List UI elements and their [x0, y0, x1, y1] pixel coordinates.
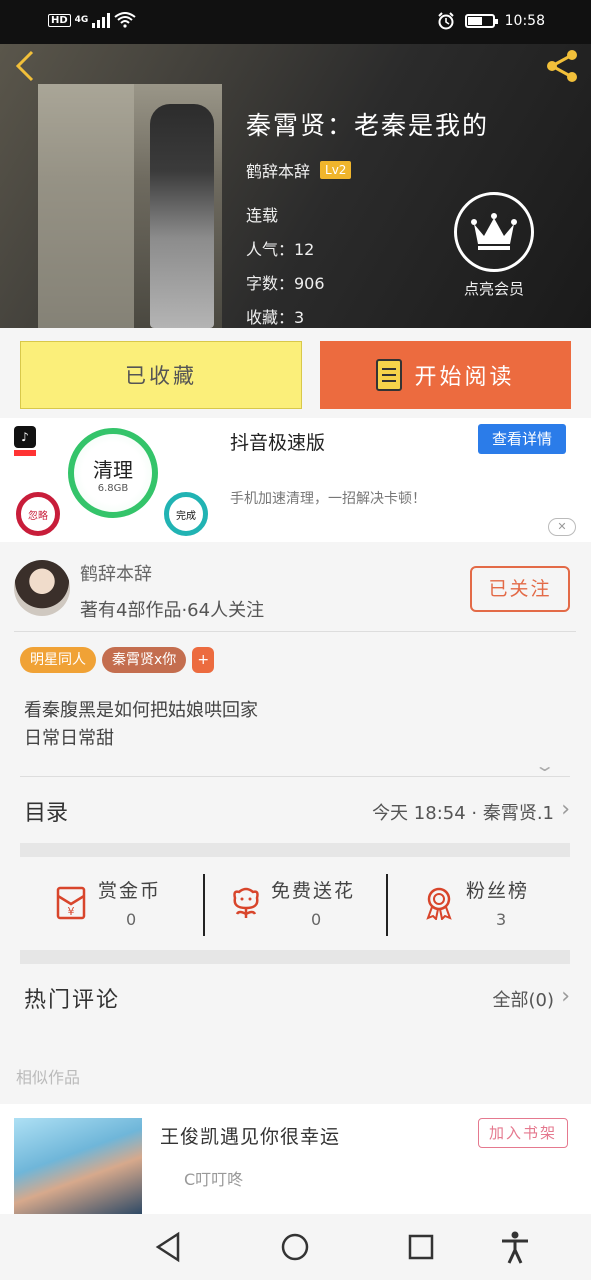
nav-recents-icon[interactable] — [404, 1230, 438, 1264]
section-separator — [20, 950, 570, 964]
book-popularity: 人气：12 — [246, 240, 315, 259]
hd-indicator: HD — [48, 13, 71, 27]
book-favorites: 收藏：3 — [246, 308, 305, 327]
nav-home-icon[interactable] — [278, 1230, 312, 1264]
tag-item[interactable]: 秦霄贤x你 — [102, 647, 187, 673]
clean-circle: 清理 6.8GB — [68, 428, 158, 518]
follow-button[interactable]: 已关注 — [470, 566, 570, 612]
network-type: 4G — [74, 15, 89, 25]
stat-name: 粉丝榜 — [466, 880, 530, 902]
book-description-line: 日常日常甜 — [24, 728, 114, 749]
collected-label: 已收藏 — [125, 364, 197, 388]
book-title: 秦霄贤：老秦是我的 — [246, 111, 490, 140]
ignore-circle: 忽略 — [16, 492, 60, 536]
stat-value: 0 — [311, 910, 322, 929]
author-section[interactable]: 鹤辞本辞 著有4部作品·64人关注 已关注 — [0, 550, 591, 632]
comments-label: 热门评论 — [24, 988, 121, 1013]
nav-back-icon[interactable] — [152, 1230, 186, 1264]
book-header: 秦霄贤：老秦是我的 鹤辞本辞 Lv2 连载 人气：12 字数：906 收藏：3 … — [0, 44, 591, 328]
battery-icon — [464, 14, 498, 28]
status-bar: HD 4G 10:58 — [0, 0, 591, 44]
system-nav-bar — [0, 1214, 591, 1280]
comments-row[interactable]: 热门评论 全部(0) › — [20, 964, 570, 1030]
author-name[interactable]: 鹤辞本辞 — [80, 560, 152, 586]
svg-text:¥: ¥ — [68, 905, 75, 918]
add-to-shelf-button[interactable]: 加入书架 — [478, 1118, 568, 1148]
all-comments-link[interactable]: 全部(0) — [493, 986, 555, 1012]
divider — [14, 631, 576, 632]
catalog-row[interactable]: 目录 今天 18:54 · 秦霄贤.1 › — [20, 776, 570, 842]
stat-value: 3 — [496, 910, 507, 929]
ad-details-button[interactable]: 查看详情 — [478, 424, 566, 454]
latest-chapter: 今天 18:54 · 秦霄贤.1 — [372, 803, 554, 824]
chevron-right-icon: › — [561, 984, 570, 1009]
start-reading-label: 开始阅读 — [414, 365, 515, 390]
ad-close-icon[interactable]: ✕ — [548, 518, 576, 536]
similar-book-title[interactable]: 王俊凯遇见你很幸运 — [160, 1122, 340, 1149]
crown-icon — [471, 213, 517, 250]
alarm-icon — [437, 12, 454, 30]
stat-name: 赏金币 — [98, 880, 162, 902]
similar-book-cover[interactable] — [14, 1118, 142, 1214]
level-badge: Lv2 — [320, 161, 352, 179]
book-words: 字数：906 — [246, 274, 325, 293]
vip-label: 点亮会员 — [463, 280, 524, 298]
share-icon[interactable] — [544, 48, 580, 84]
similar-book-item[interactable]: 王俊凯遇见你很幸运 C叮叮咚 加入书架 — [0, 1104, 591, 1214]
stat-value: 0 — [126, 910, 137, 929]
wifi-icon — [114, 12, 136, 28]
book-description-line: 看秦腹黑是如何把姑娘哄回家 — [24, 700, 258, 721]
vip-button[interactable]: 点亮会员 — [454, 192, 534, 299]
tag-item[interactable]: 明星同人 — [20, 647, 96, 673]
tiktok-logo-icon: ♪ — [14, 426, 36, 448]
book-status: 连载 — [246, 206, 279, 225]
done-circle: 完成 — [164, 492, 208, 536]
section-separator — [20, 843, 570, 857]
clean-label: 清理 — [93, 458, 133, 482]
expand-icon[interactable]: ⌄ — [534, 756, 555, 775]
author-stats: 著有4部作品·64人关注 — [80, 600, 265, 621]
ad-banner[interactable]: ♪ 清理 6.8GB 忽略 完成 抖音极速版 查看详情 手机加速清理，一招解决卡… — [0, 418, 591, 542]
add-tag-button[interactable]: + — [192, 647, 215, 673]
ad-title: 抖音极速版 — [230, 432, 326, 454]
fan-ranking-button[interactable]: 粉丝榜 3 — [388, 858, 571, 950]
medal-icon — [426, 887, 452, 920]
collected-button[interactable]: 已收藏 — [20, 341, 302, 409]
flower-icon — [233, 887, 259, 918]
book-icon — [376, 359, 403, 391]
clean-size: 6.8GB — [97, 483, 129, 494]
start-reading-button[interactable]: 开始阅读 — [320, 341, 571, 409]
book-cover — [38, 84, 222, 328]
similar-works-title: 相似作品 — [16, 1068, 81, 1087]
chevron-right-icon: › — [561, 797, 570, 822]
red-envelope-icon: ¥ — [56, 886, 86, 920]
reward-coin-button[interactable]: ¥ 赏金币 0 — [20, 858, 203, 950]
stats-row: ¥ 赏金币 0 免费送花 0 粉丝榜 3 — [20, 858, 570, 950]
book-author[interactable]: 鹤辞本辞 — [246, 158, 310, 182]
free-flower-button[interactable]: 免费送花 0 — [205, 858, 388, 950]
ad-image[interactable]: ♪ 清理 6.8GB 忽略 完成 — [12, 422, 212, 540]
similar-book-author: C叮叮咚 — [184, 1170, 244, 1189]
accessibility-icon[interactable] — [498, 1230, 532, 1264]
catalog-label: 目录 — [24, 801, 69, 826]
stat-name: 免费送花 — [271, 880, 356, 902]
clock: 10:58 — [504, 13, 545, 29]
back-icon[interactable] — [14, 50, 36, 88]
tag-list: 明星同人 秦霄贤x你 + — [20, 647, 215, 673]
author-avatar[interactable] — [14, 560, 70, 616]
signal-icon — [92, 12, 111, 28]
ad-description: 手机加速清理，一招解决卡顿！ — [230, 491, 426, 507]
